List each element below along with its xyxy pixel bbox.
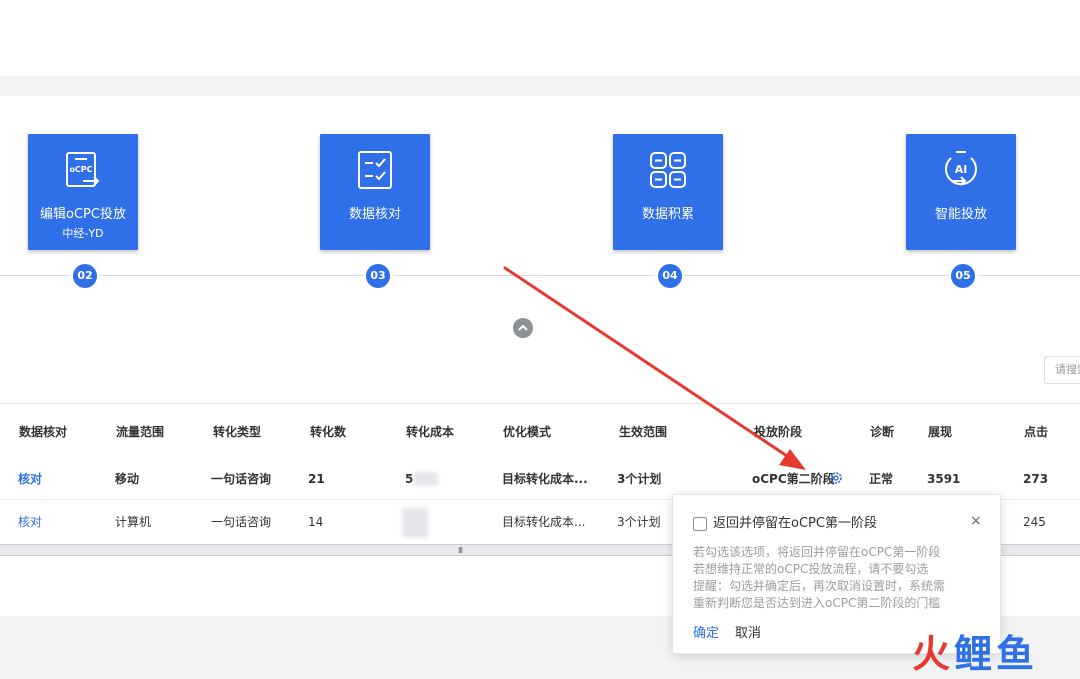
collapse-button[interactable] [513,318,533,338]
gear-icon[interactable] [829,471,843,485]
table-cell: 21 [308,472,325,486]
table-cell: 一句话咨询 [211,472,272,486]
step-title: 数据核对 [348,207,401,222]
column-header: 转化成本 [406,425,455,439]
grid-icon [650,152,686,188]
redacted-value [414,472,438,486]
confirm-button[interactable]: 确定 [693,622,719,641]
checklist-icon [358,151,392,189]
step-card-edit-ocpc[interactable]: oCPC 编辑oCPC投放 中经-YD [28,134,138,250]
table-cell: 3个计划 [617,515,661,529]
column-header: 优化模式 [503,425,552,439]
popover-description: 若勾选该选项，将返回并停留在oCPC第一阶段 若想维持正常的oCPC投放流程，请… [693,544,989,612]
step-number: 04 [658,264,682,288]
column-header: 流量范围 [116,425,165,439]
table-cell: oCPC第二阶段 [752,472,835,486]
watermark-logo: 火鲤鱼 [912,632,1039,676]
stage-popover: 返回并停留在oCPC第一阶段 × 若勾选该选项，将返回并停留在oCPC第一阶段 … [672,494,1001,654]
column-header: 转化类型 [213,425,262,439]
ocpc-edit-icon: oCPC [66,152,100,187]
step-card-data-check[interactable]: 数据核对 [320,134,430,250]
check-link[interactable]: 核对 [18,471,42,487]
ocpc-icon-text: oCPC [69,165,92,174]
column-header: 数据核对 [19,425,68,439]
top-header-area [0,0,1080,76]
step-number: 05 [951,264,975,288]
column-header: 点击 [1024,425,1049,439]
step-number: 03 [366,264,390,288]
column-header: 投放阶段 [754,425,803,439]
description-line: 若勾选该选项，将返回并停留在oCPC第一阶段 [693,545,941,559]
table-cell: 273 [1023,472,1049,486]
description-line: 重新判断您是否达到进入oCPC第二阶段的门槛 [693,596,941,610]
table-cell: 目标转化成本... [502,515,586,529]
scrollbar-grip[interactable]: III [458,546,463,555]
step-card-smart-delivery[interactable]: AI 智能投放 [906,134,1016,250]
ai-icon: AI [945,151,977,186]
step-timeline [0,275,1080,276]
step-title: 智能投放 [934,207,987,222]
redacted-value [402,508,428,538]
table-cell: 计算机 [115,515,152,529]
cancel-button[interactable]: 取消 [735,622,761,641]
description-line: 若想维持正常的oCPC投放流程，请不要勾选 [693,562,929,576]
table-cell: 移动 [115,472,140,486]
check-link[interactable]: 核对 [18,514,42,530]
return-stage-checkbox[interactable] [693,517,707,531]
column-header: 生效范围 [619,425,668,439]
table-cell: 一句话咨询 [211,515,272,529]
table-cell: 目标转化成本... [502,472,588,486]
table-cell: 245 [1023,515,1046,529]
chevron-up-icon [518,324,528,331]
step-title: 编辑oCPC投放 [40,207,126,222]
table-header-divider [0,403,1080,404]
step-title: 数据积累 [641,207,694,222]
table-cell: 14 [308,515,324,529]
step-subtitle: 中经-YD [62,227,104,240]
column-header: 转化数 [310,425,347,439]
column-header: 诊断 [870,425,895,439]
checkbox-label[interactable]: 返回并停留在oCPC第一阶段 [713,516,877,532]
table-cell: 5 [405,472,414,486]
table-cell: 3591 [927,472,961,486]
table-cell: 正常 [869,472,894,486]
section-gap [0,76,1080,96]
column-header: 展现 [928,425,953,439]
step-card-data-accumulate[interactable]: 数据积累 [613,134,723,250]
ai-icon-text: AI [955,163,968,176]
close-icon[interactable]: × [970,513,982,529]
step-number: 02 [73,264,97,288]
description-line: 提醒：勾选并确定后，再次取消设置时，系统需 [693,579,946,593]
table-cell: 3个计划 [617,472,662,486]
search-input[interactable]: 请搜索 [1044,356,1080,384]
